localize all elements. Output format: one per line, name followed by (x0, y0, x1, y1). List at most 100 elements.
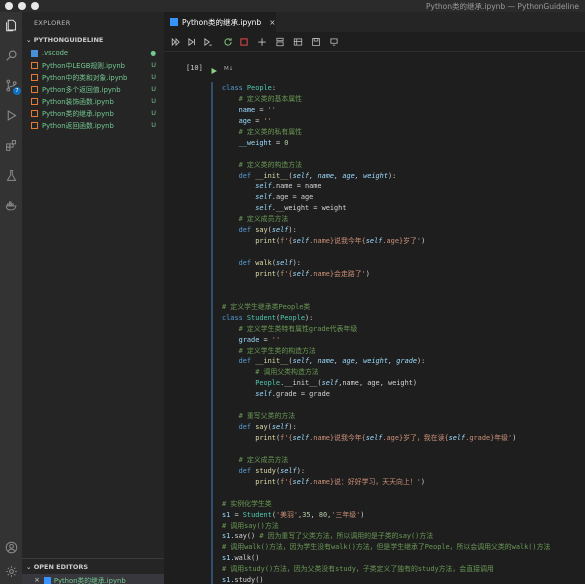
maximize-window-button[interactable] (31, 2, 39, 10)
code-line: # 定义学生类的构造方法 (222, 346, 550, 357)
folder-icon (31, 49, 38, 57)
git-status-badge: ● (150, 49, 156, 57)
open-editors-panel: ⌄ OPEN EDITORS × Python类的继承.ipynb (22, 558, 164, 584)
code-token: ) (360, 510, 365, 519)
file-item[interactable]: .vscode ● (22, 47, 164, 59)
export-icon[interactable] (328, 36, 340, 48)
git-status-badge: U (151, 121, 156, 129)
tab-close-icon[interactable]: × (269, 18, 275, 27)
open-editor-item[interactable]: × Python类的继承.ipynb (22, 574, 164, 584)
account-icon[interactable] (4, 540, 18, 554)
tab-python-inheritance[interactable]: Python类的继承.ipynb × (164, 12, 276, 32)
code-token: '三年级' (331, 510, 361, 519)
code-token: f'{ (280, 477, 293, 486)
file-item[interactable]: Python中的类和对象.ipynb U (22, 71, 164, 83)
settings-gear-icon[interactable] (4, 564, 18, 578)
variables-icon[interactable] (292, 36, 304, 48)
run-above-icon[interactable] (186, 36, 198, 48)
save-icon[interactable] (310, 36, 322, 48)
code-token: = (259, 335, 272, 344)
code-token: .age}岁了，我在读{ (382, 434, 449, 442)
notebook-icon (170, 18, 178, 26)
code-line: def walk(self): (222, 258, 550, 269)
code-token: print (222, 237, 276, 246)
workspace-section-header[interactable]: ⌄ PYTHONGUIDELINE (26, 36, 103, 44)
minimize-window-button[interactable] (18, 2, 26, 10)
clear-outputs-icon[interactable] (274, 36, 286, 48)
source-control-icon[interactable]: 7 (4, 78, 21, 95)
docker-icon[interactable] (4, 198, 18, 212)
file-item[interactable]: Python类的继承.ipynb U (22, 107, 164, 119)
code-token: ,name, age, weight) (338, 379, 418, 388)
explorer-icon[interactable] (4, 18, 18, 32)
git-status-badge: U (151, 73, 156, 81)
tab-label: Python类的继承.ipynb (182, 17, 262, 27)
code-token: def (222, 423, 256, 432)
extensions-icon[interactable] (4, 138, 18, 152)
code-line: def study(self): (222, 466, 550, 477)
run-cell-icon[interactable] (210, 67, 218, 77)
code-line: # 定义类的基本属性 (222, 94, 550, 105)
run-debug-icon[interactable] (4, 108, 18, 122)
code-token: self (292, 477, 310, 486)
run-all-icon[interactable] (170, 36, 182, 48)
interrupt-kernel-icon[interactable] (238, 36, 250, 48)
code-token: self (292, 434, 310, 442)
close-window-button[interactable] (5, 2, 13, 10)
code-token: ) (420, 477, 426, 486)
code-token: self (222, 182, 272, 191)
window-title: Python类的继承.ipynb — PythonGuideline (425, 2, 579, 11)
code-token: # 调用walk()方法，因为学生没有walk()方法，但是学生继承了Peopl… (222, 543, 551, 552)
code-token: ) (512, 434, 517, 442)
file-item[interactable]: Python中LEGB规则.ipynb U (22, 59, 164, 71)
code-line: print(f'{self.name}说我今年{self.age}岁了') (222, 236, 550, 247)
code-token: .__weight = weight (271, 204, 347, 213)
file-item[interactable]: Python返回函数.ipynb U (22, 119, 164, 131)
add-cell-icon[interactable] (256, 36, 268, 48)
code-line: class People: (222, 83, 550, 94)
git-status-badge: U (151, 61, 156, 69)
code-editor[interactable]: class People: # 定义类的基本属性 name = '' age =… (222, 83, 550, 584)
code-line: # 实例化学生类 (222, 499, 550, 510)
code-token: : (271, 84, 276, 92)
code-token: .name}说我今年{ (309, 434, 366, 442)
file-item[interactable]: Python装饰函数.ipynb U (22, 95, 164, 107)
code-token: __init__ (255, 357, 289, 366)
code-line: self.grade = grade (222, 389, 550, 400)
code-token: Student (242, 510, 272, 519)
file-tree: .vscode ● Python中LEGB规则.ipynb U Python中的类和对象… (22, 47, 164, 131)
code-token: ) (365, 269, 370, 278)
code-token: '' (267, 105, 276, 114)
code-line: s1.study() (222, 575, 550, 584)
code-token: People (280, 313, 306, 322)
search-icon[interactable] (4, 48, 18, 62)
code-line: # 定义学生继承类People类 (222, 302, 550, 313)
code-line: # 定义成员方法 (222, 214, 550, 225)
code-line: print(f'{self.name}会走路了') (222, 269, 550, 280)
code-token: # 调用say()方法 (222, 521, 279, 530)
testing-flask-icon[interactable] (4, 168, 18, 182)
close-editor-icon[interactable]: × (34, 576, 40, 584)
code-token: .walk() (230, 554, 260, 563)
code-token: ): (292, 259, 301, 267)
code-token: name (222, 105, 256, 114)
run-below-icon[interactable] (202, 36, 214, 48)
code-token: # 定义学生继承类People类 (222, 302, 311, 311)
code-token: # 定义学生类的构造方法 (222, 346, 316, 355)
code-token: class (222, 313, 247, 322)
code-token: f'{ (280, 434, 293, 442)
file-name: Python中的类和对象.ipynb (42, 74, 128, 82)
code-line: # 定义类的构造方法 (222, 160, 550, 171)
markdown-toggle-icon[interactable]: M↓ (224, 66, 233, 72)
open-editors-header[interactable]: ⌄ OPEN EDITORS (22, 559, 164, 571)
code-token: .say() (230, 532, 260, 541)
code-token: .study() (230, 576, 264, 584)
restart-kernel-icon[interactable] (222, 36, 234, 48)
code-token: # 实例化学生类 (222, 499, 272, 508)
code-line: def __init__(self, name, age, weight): (222, 171, 550, 182)
file-item[interactable]: Python多个返回值.ipynb U (22, 83, 164, 95)
code-token: = (271, 138, 285, 147)
code-token: # 定义成员方法 (222, 455, 289, 464)
window-controls (5, 2, 39, 10)
